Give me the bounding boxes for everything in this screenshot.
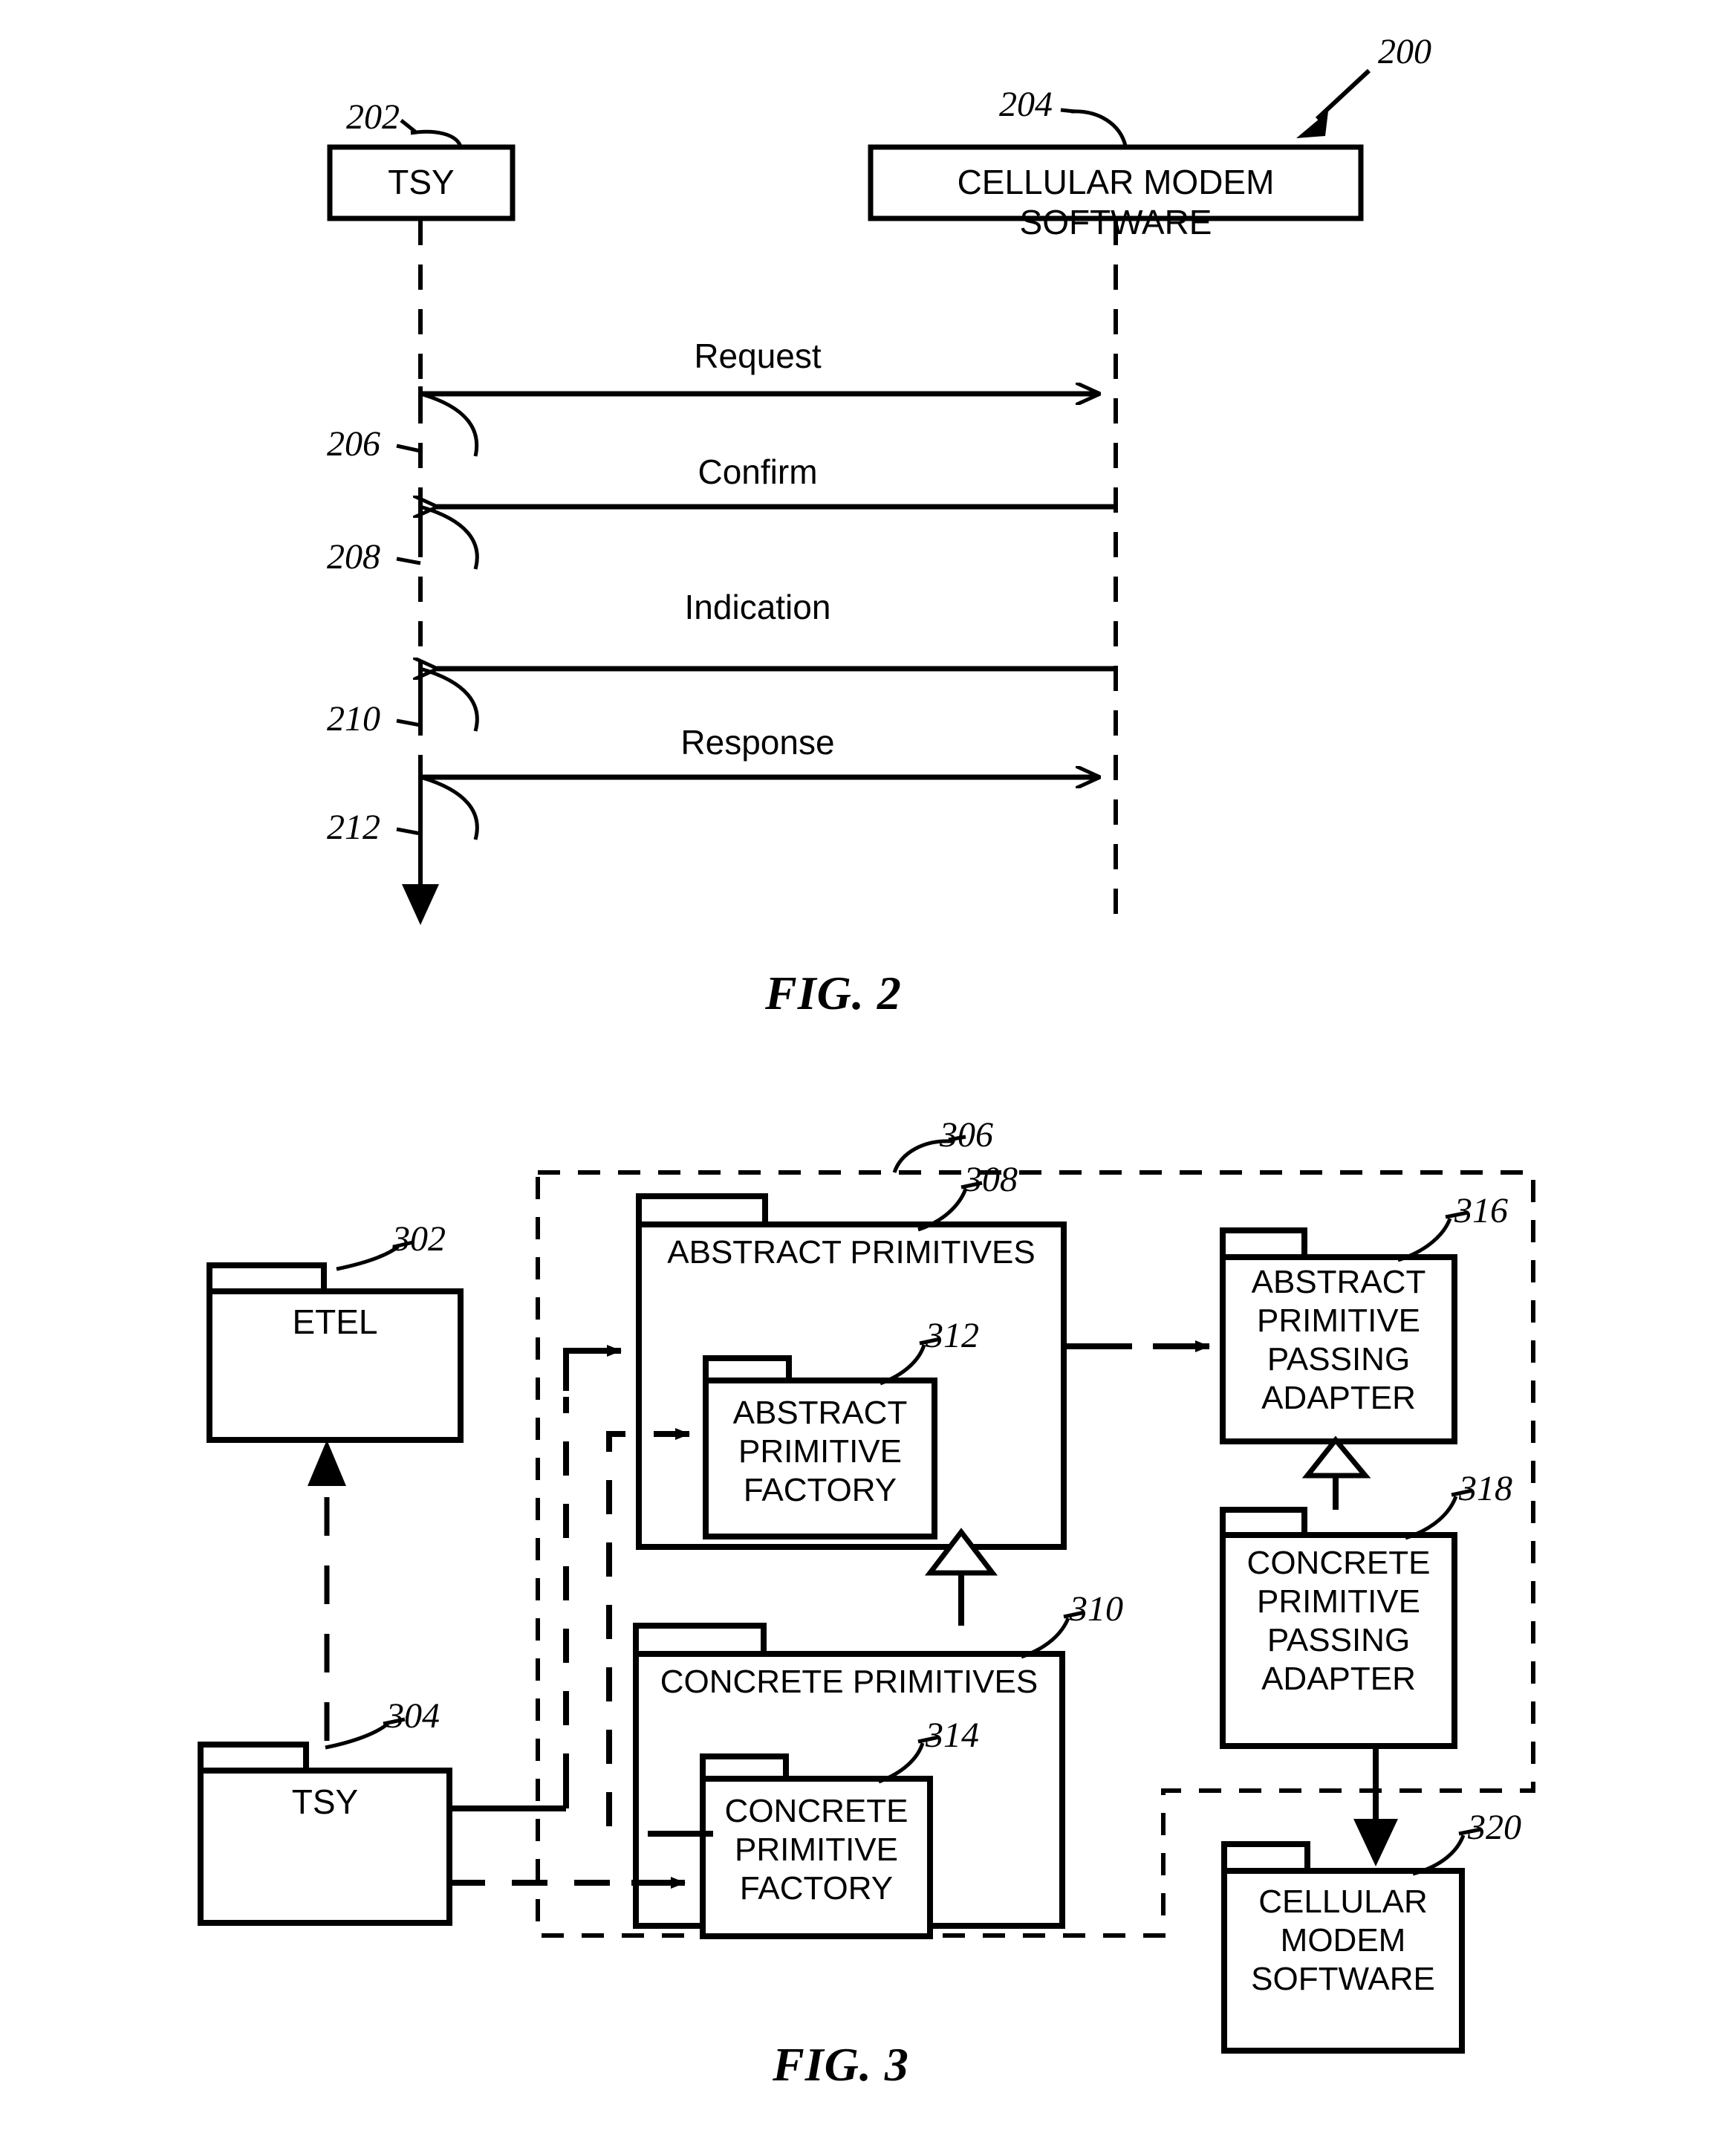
fig3-package-concrete-primitive-passing-adapter-label: CONCRETE PRIMITIVE PASSING ADAPTER — [1246, 1545, 1431, 1697]
fig2-ref-204: 204 — [999, 85, 1053, 124]
fig2-ref-206: 206 — [327, 424, 380, 464]
fig3-ref-314: 314 — [926, 1716, 979, 1755]
fig2-ref-200: 200 — [1378, 32, 1431, 71]
fig3-package-abstract-primitive-factory-label: ABSTRACT PRIMITIVE FACTORY — [732, 1395, 908, 1508]
fig3-package-concrete-primitive-factory-label: CONCRETE PRIMITIVE FACTORY — [724, 1793, 908, 1907]
fig3-ref-304: 304 — [386, 1696, 440, 1736]
fig3-package-etel-label: ETEL — [292, 1302, 378, 1341]
fig3-ref-320: 320 — [1468, 1808, 1521, 1847]
fig2-ref-202: 202 — [346, 97, 400, 137]
fig2-ref-210: 210 — [327, 699, 380, 739]
fig3-ref-310: 310 — [1070, 1589, 1123, 1629]
fig3-package-concrete-primitives-label: CONCRETE PRIMITIVES — [660, 1664, 1038, 1700]
fig2-message-response-label: Response — [680, 723, 835, 762]
fig2-message-indication-label: Indication — [684, 588, 831, 626]
fig2-message-confirm-label: Confirm — [698, 452, 818, 491]
fig2-participant-tsy: TSY — [388, 163, 455, 201]
figure-3-caption: FIG. 3 — [773, 2038, 909, 2091]
fig3-ref-308: 308 — [964, 1160, 1018, 1199]
fig3-ref-318: 318 — [1459, 1469, 1512, 1508]
fig2-ref-208: 208 — [327, 537, 380, 577]
fig3-package-abstract-primitive-passing-adapter-label: ABSTRACT PRIMITIVE PASSING ADAPTER — [1251, 1264, 1426, 1416]
fig3-package-abstract-primitives-label: ABSTRACT PRIMITIVES — [667, 1234, 1036, 1271]
fig2-participant-cellular-modem-software: CELLULAR MODEM SOFTWARE — [957, 163, 1275, 242]
fig2-ref-212: 212 — [327, 808, 380, 847]
fig3-package-cellular-modem-software-label: CELLULAR MODEM SOFTWARE — [1251, 1883, 1435, 1997]
fig3-ref-306: 306 — [940, 1115, 993, 1155]
fig3-package-tsy-label: TSY — [291, 1782, 359, 1821]
fig3-ref-312: 312 — [926, 1316, 979, 1355]
figure-2-caption: FIG. 2 — [765, 967, 902, 1019]
patent-drawing-sheet: 200 202 204 TSY CELLULAR MODEM SOFTWARE … — [0, 0, 1736, 2148]
fig2-message-request-label: Request — [694, 337, 822, 375]
fig3-ref-316: 316 — [1454, 1191, 1508, 1230]
fig3-ref-302: 302 — [392, 1219, 446, 1259]
